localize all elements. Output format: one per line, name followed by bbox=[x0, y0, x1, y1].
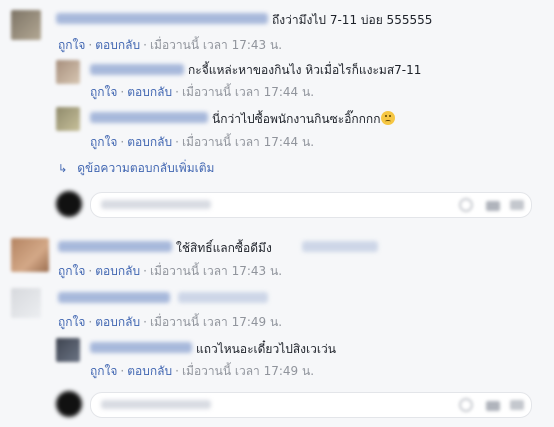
separator: · bbox=[143, 38, 147, 52]
reply-link[interactable]: ตอบกลับ bbox=[127, 85, 172, 99]
separator: · bbox=[88, 264, 93, 278]
reply-link[interactable]: ตอบกลับ bbox=[95, 315, 140, 329]
like-link[interactable]: ถูกใจ bbox=[90, 364, 117, 378]
commenter-name[interactable] bbox=[58, 241, 172, 252]
comment-text: ถึงว่ามึงไป 7-11 บ่อย 555555 bbox=[272, 13, 433, 27]
reply-input-placeholder bbox=[101, 200, 211, 209]
like-link[interactable]: ถูกใจ bbox=[58, 264, 85, 278]
separator: · bbox=[120, 364, 125, 378]
gif-icon[interactable] bbox=[509, 198, 525, 212]
commenter-name[interactable] bbox=[90, 64, 184, 75]
comment-actions: ถูกใจ · ตอบกลับ · เมื่อวานนี้ เวลา 17:49 น. bbox=[90, 362, 314, 381]
comment-actions: ถูกใจ · ตอบกลับ · เมื่อวานนี้ เวลา 17:44 น. bbox=[90, 133, 314, 152]
commenter-name[interactable] bbox=[90, 112, 208, 123]
reply-link[interactable]: ตอบกลับ bbox=[95, 38, 140, 52]
reply-input[interactable] bbox=[90, 392, 532, 418]
avatar[interactable] bbox=[56, 60, 80, 84]
commenter-name[interactable] bbox=[56, 13, 268, 24]
like-link[interactable]: ถูกใจ bbox=[90, 135, 117, 149]
more-replies-link[interactable]: ↳ ดูข้อความตอบกลับเพิ่มเติม bbox=[58, 159, 214, 178]
timestamp[interactable]: เมื่อวานนี้ เวลา 17:43 น. bbox=[150, 264, 282, 278]
avatar[interactable] bbox=[56, 338, 80, 362]
comment-text: ใช้สิทธิ์แลกซื้อดีมึง bbox=[176, 241, 272, 255]
comment-actions: ถูกใจ · ตอบกลับ · เมื่อวานนี้ เวลา 17:49 น. bbox=[58, 313, 282, 332]
reply-link[interactable]: ตอบกลับ bbox=[127, 364, 172, 378]
timestamp[interactable]: เมื่อวานนี้ เวลา 17:43 น. bbox=[150, 38, 282, 52]
timestamp[interactable]: เมื่อวานนี้ เวลา 17:44 น. bbox=[182, 135, 314, 149]
emoji-icon[interactable] bbox=[459, 398, 473, 412]
tagged-name[interactable] bbox=[302, 241, 378, 252]
comment-text: กะจี้แหล่ะหาของกินไง หิวเมื่อไรก็แงะมส7-… bbox=[188, 63, 422, 77]
timestamp[interactable]: เมื่อวานนี้ เวลา 17:49 น. bbox=[150, 315, 282, 329]
avatar[interactable] bbox=[56, 107, 80, 131]
comment-actions: ถูกใจ · ตอบกลับ · เมื่อวานนี้ เวลา 17:43 น. bbox=[58, 36, 282, 55]
separator: · bbox=[120, 135, 125, 149]
camera-icon[interactable] bbox=[485, 198, 501, 212]
separator: · bbox=[175, 85, 179, 99]
like-link[interactable]: ถูกใจ bbox=[58, 315, 85, 329]
user-avatar bbox=[56, 391, 82, 417]
separator: · bbox=[88, 315, 93, 329]
reply-link[interactable]: ตอบกลับ bbox=[127, 135, 172, 149]
avatar[interactable] bbox=[11, 288, 41, 318]
reply-input[interactable] bbox=[90, 192, 532, 218]
separator: · bbox=[175, 364, 179, 378]
timestamp[interactable]: เมื่อวานนี้ เวลา 17:49 น. bbox=[182, 364, 314, 378]
separator: · bbox=[175, 135, 179, 149]
user-avatar bbox=[56, 191, 82, 217]
comment-text: นี่กว่าไปซื้อพนักงานกินซะอิ๊กกกก bbox=[212, 110, 396, 129]
more-replies-label: ดูข้อความตอบกลับเพิ่มเติม bbox=[77, 161, 215, 175]
comment-text: แถวไหนอะเดี๋ยวไปสิงเวเว่น bbox=[196, 342, 336, 356]
avatar[interactable] bbox=[11, 10, 41, 40]
timestamp[interactable]: เมื่อวานนี้ เวลา 17:44 น. bbox=[182, 85, 314, 99]
commenter-name[interactable] bbox=[90, 342, 192, 353]
tagged-name[interactable] bbox=[178, 292, 268, 303]
comment-text-content: นี่กว่าไปซื้อพนักงานกินซะอิ๊กกกก bbox=[212, 112, 381, 126]
avatar[interactable] bbox=[11, 238, 49, 272]
reply-link[interactable]: ตอบกลับ bbox=[95, 264, 140, 278]
separator: · bbox=[88, 38, 93, 52]
like-link[interactable]: ถูกใจ bbox=[90, 85, 117, 99]
comment-actions: ถูกใจ · ตอบกลับ · เมื่อวานนี้ เวลา 17:44 น. bbox=[90, 83, 314, 102]
comment-actions: ถูกใจ · ตอบกลับ · เมื่อวานนี้ เวลา 17:43 น. bbox=[58, 262, 282, 281]
separator: · bbox=[143, 315, 147, 329]
confused-emoji-icon bbox=[381, 111, 396, 125]
reply-input-placeholder bbox=[101, 400, 211, 409]
separator: · bbox=[143, 264, 147, 278]
reply-arrow-icon: ↳ bbox=[58, 162, 68, 175]
camera-icon[interactable] bbox=[485, 398, 501, 412]
commenter-name[interactable] bbox=[58, 292, 170, 303]
emoji-icon[interactable] bbox=[459, 198, 473, 212]
like-link[interactable]: ถูกใจ bbox=[58, 38, 85, 52]
gif-icon[interactable] bbox=[509, 398, 525, 412]
separator: · bbox=[120, 85, 125, 99]
